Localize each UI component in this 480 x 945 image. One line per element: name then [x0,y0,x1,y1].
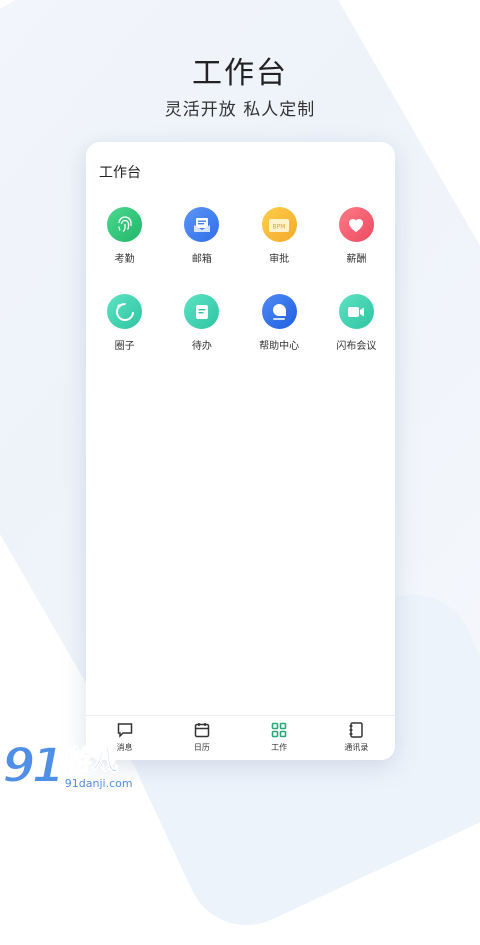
tab-label: 日历 [193,743,210,752]
app-label: 薪酬 [346,254,367,265]
calendar-icon [194,723,210,738]
app-help-center[interactable]: 帮助中心 [241,294,318,352]
contacts-icon [349,722,364,738]
app-label: 圈子 [114,341,135,352]
app-label: 考勤 [114,254,135,265]
promo-subline: 灵活开放 私人定制 [164,100,316,120]
app-salary[interactable]: 薪酬 [318,207,395,265]
tab-label: 工作 [271,743,288,752]
approval-icon-text: BPM [273,223,286,230]
help-bubble-icon [261,294,297,329]
tab-label: 通讯录 [344,743,369,752]
tab-calendar[interactable]: 日历 [163,716,240,760]
app-label: 闪布会议 [336,341,377,352]
video-camera-icon [338,294,374,329]
message-icon [117,723,132,738]
app-label: 审批 [269,254,290,265]
watermark-logo: 91 游戏 91danji.com [1,738,133,794]
app-circle[interactable]: 圈子 [86,294,163,352]
mail-icon [184,207,220,242]
approval-folder-icon: BPM [261,207,297,242]
promo-headline: 工作台 [192,56,288,91]
todo-icon [184,294,220,329]
fingerprint-icon [107,207,143,242]
watermark-number: 91 [1,738,66,794]
app-attendance[interactable]: 考勤 [86,207,163,265]
heart-icon [338,207,374,242]
phone-screen: 工作台 考勤 邮箱 BPM 审批 薪酬 圈子 待办 帮助中心 闪布会议 消息 日… [86,142,395,760]
app-label: 待办 [191,341,212,352]
app-approval[interactable]: BPM 审批 [241,207,318,265]
grid-icon [271,722,287,738]
app-meeting[interactable]: 闪布会议 [318,294,395,352]
app-mail[interactable]: 邮箱 [163,207,240,265]
tab-work[interactable]: 工作 [241,716,318,760]
app-label: 帮助中心 [259,341,300,352]
page-title: 工作台 [99,165,141,181]
tab-contacts[interactable]: 通讯录 [318,716,395,760]
watermark-url: 91danji.com [64,777,133,790]
app-todo[interactable]: 待办 [163,294,240,352]
watermark-text: 游戏 [64,746,119,777]
app-grid: 考勤 邮箱 BPM 审批 薪酬 圈子 待办 帮助中心 闪布会议 [86,207,395,352]
app-label: 邮箱 [191,254,212,265]
circle-icon [107,294,143,329]
